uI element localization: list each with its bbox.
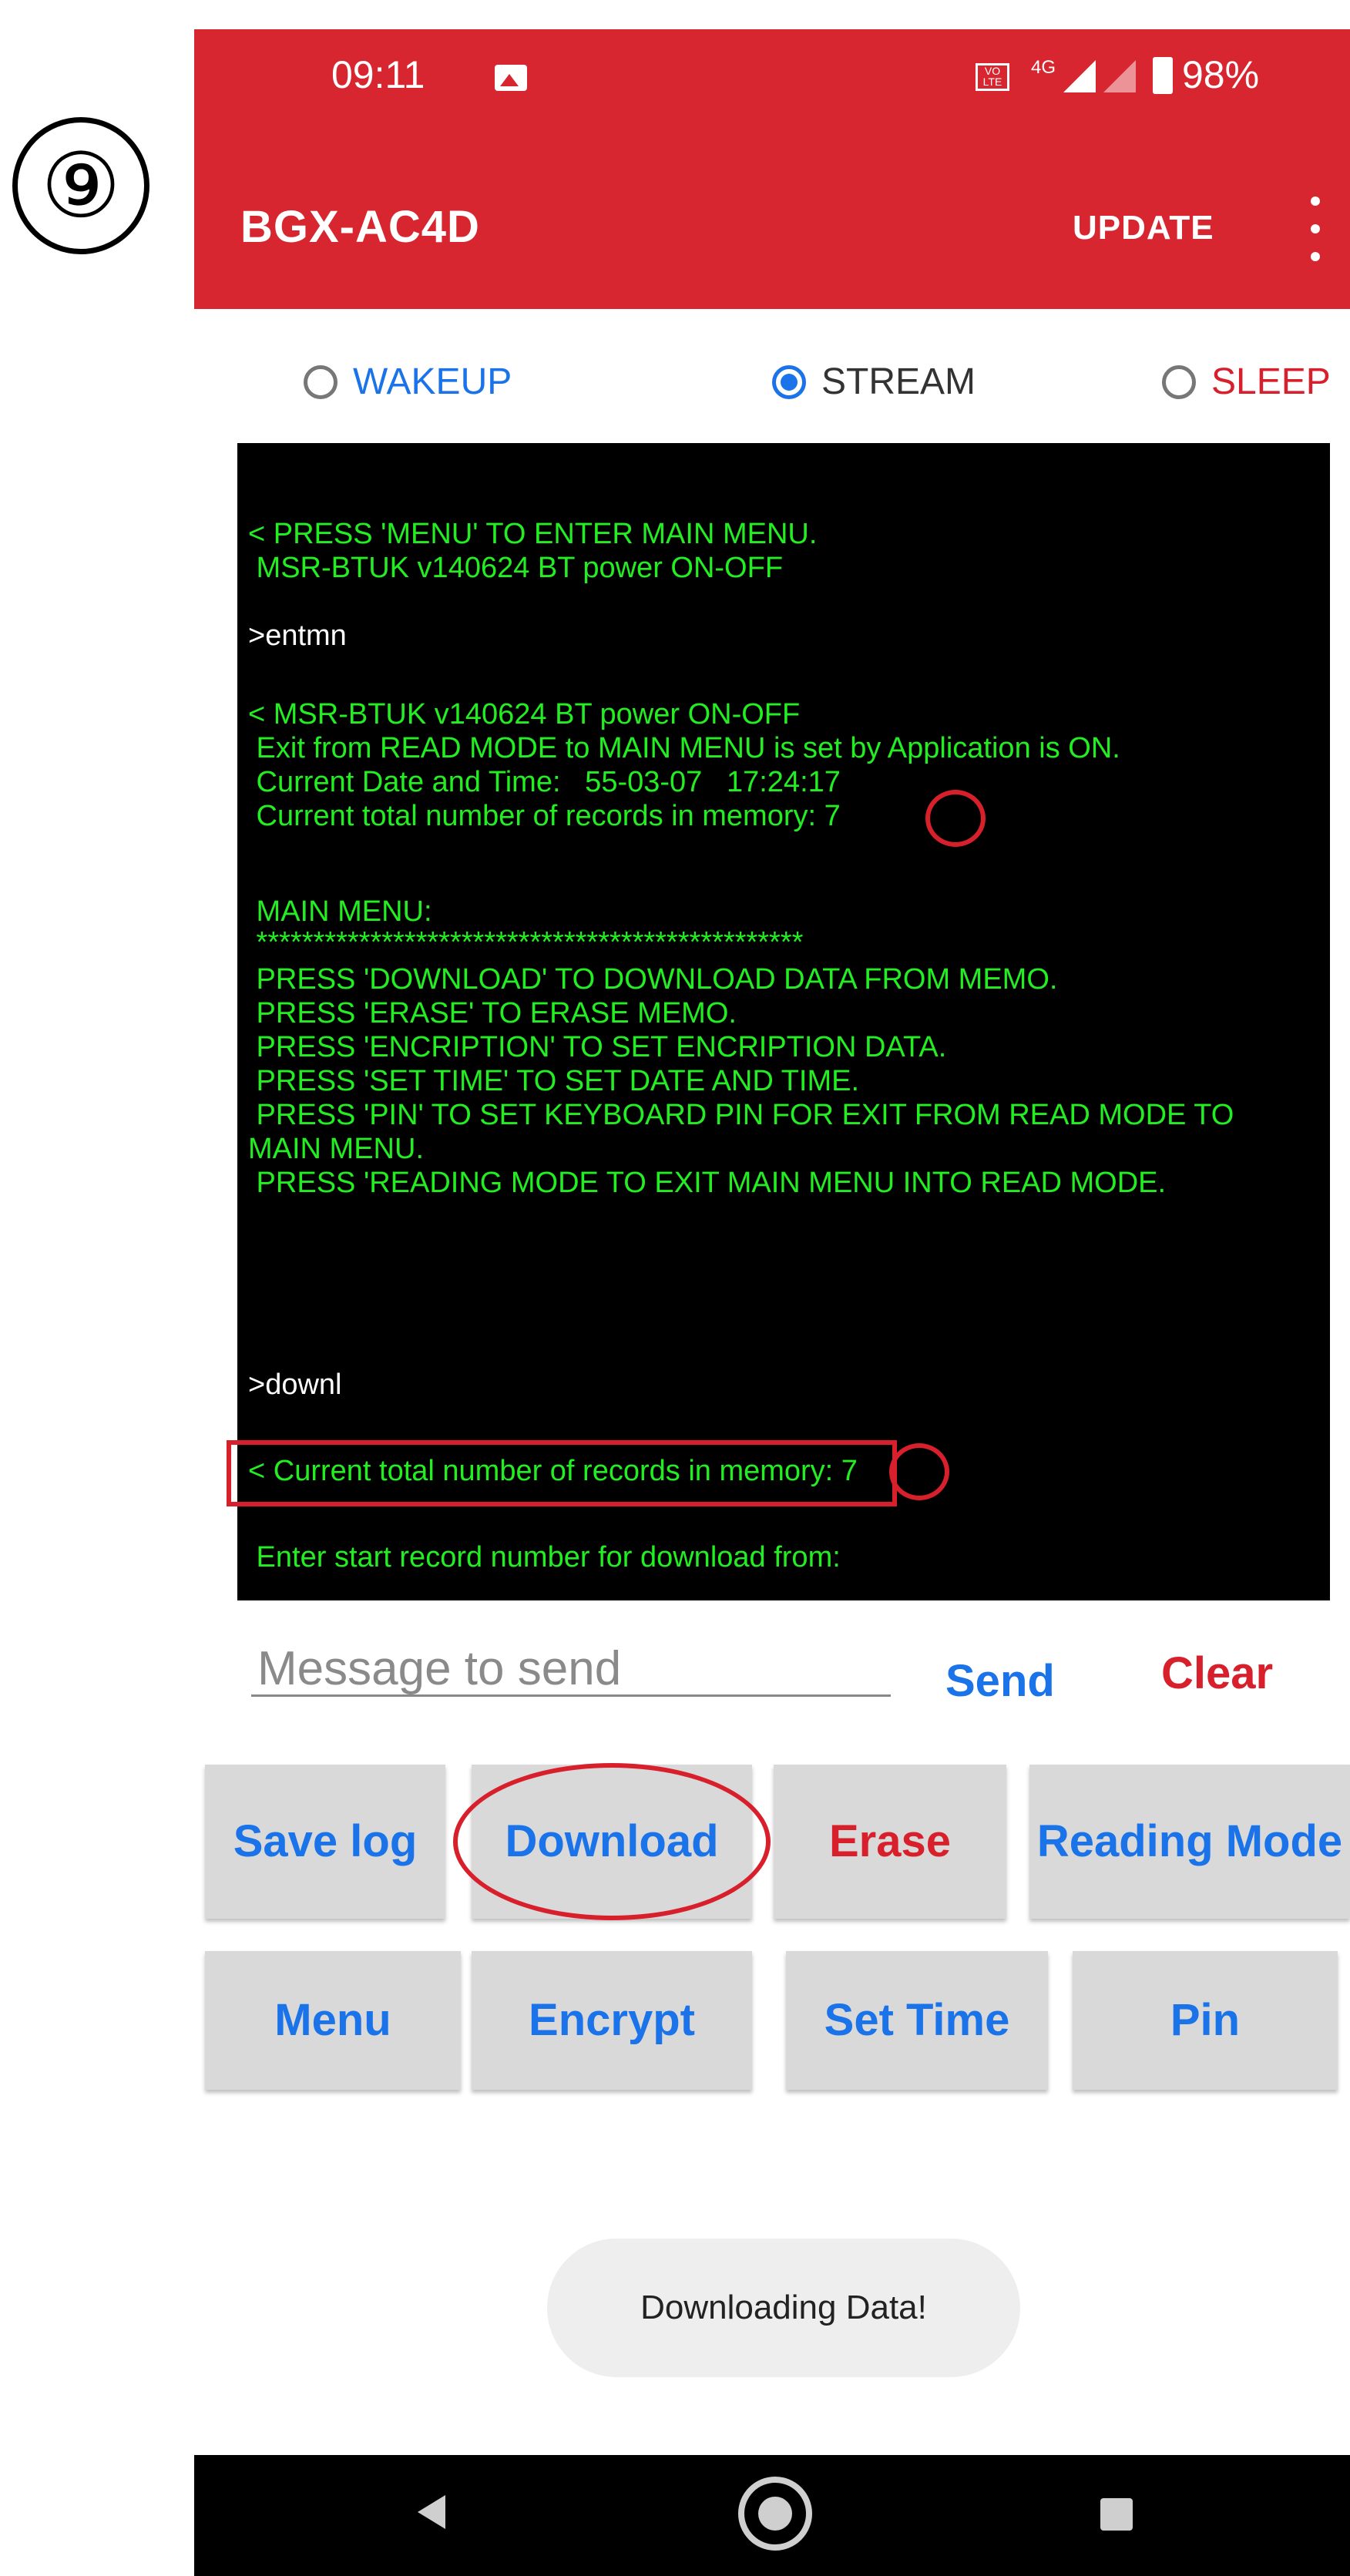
annotation-circle (925, 790, 986, 847)
terminal-line: Current Date and Time: 55-03-07 17:24:17 (248, 766, 841, 798)
radio-label-stream: STREAM (821, 361, 976, 402)
terminal-line: PRESS 'SET TIME' TO SET DATE AND TIME. (248, 1065, 860, 1097)
radio-button-selected-icon (772, 364, 806, 399)
radio-sleep[interactable]: SLEEP (1162, 361, 1331, 403)
terminal-line: Enter start record number for download f… (248, 1541, 841, 1573)
battery-percent: 98% (1182, 53, 1260, 96)
terminal-line: MAIN MENU: (248, 895, 432, 928)
annotation-box (227, 1440, 897, 1506)
terminal-line: PRESS 'PIN' TO SET KEYBOARD PIN FOR EXIT… (248, 1099, 1234, 1131)
annotation-circle (453, 1763, 771, 1920)
wifi-signal-icon (1103, 60, 1136, 92)
update-button[interactable]: UPDATE (1073, 209, 1214, 247)
encrypt-button[interactable]: Encrypt (472, 1951, 752, 2090)
set-time-button[interactable]: Set Time (786, 1951, 1048, 2090)
menu-button[interactable]: Menu (205, 1951, 461, 2090)
erase-button[interactable]: Erase (774, 1765, 1006, 1919)
home-icon[interactable] (738, 2477, 812, 2551)
terminal-line: PRESS 'ENCRIPTION' TO SET ENCRIPTION DAT… (248, 1031, 947, 1063)
recent-apps-icon[interactable] (1100, 2498, 1133, 2531)
terminal-line: Current total number of records in memor… (248, 800, 841, 832)
terminal-command: >entmn (248, 620, 347, 652)
pin-button[interactable]: Pin (1073, 1951, 1338, 2090)
terminal-line: PRESS 'DOWNLOAD' TO DOWNLOAD DATA FROM M… (248, 963, 1058, 996)
terminal-line: Exit from READ MODE to MAIN MENU is set … (248, 732, 1120, 764)
terminal-line: < MSR-BTUK v140624 BT power ON-OFF (248, 698, 801, 730)
terminal-line: PRESS 'ERASE' TO ERASE MEMO. (248, 997, 737, 1029)
reading-mode-button[interactable]: Reading Mode (1029, 1765, 1350, 1919)
annotation-circle (889, 1443, 949, 1500)
terminal-line: ****************************************… (248, 926, 804, 959)
terminal-line: MSR-BTUK v140624 BT power ON-OFF (248, 552, 784, 584)
network-type: 4G (1031, 57, 1056, 78)
save-log-button[interactable]: Save log (205, 1765, 445, 1919)
terminal-output[interactable]: < PRESS 'MENU' TO ENTER MAIN MENU. MSR-B… (227, 443, 1330, 1600)
app-bar: BGX-AC4D UPDATE (194, 149, 1350, 309)
radio-wakeup[interactable]: WAKEUP (304, 361, 512, 403)
terminal-command: >downl (248, 1369, 342, 1401)
navigation-bar (194, 2455, 1350, 2576)
image-icon (495, 65, 527, 91)
toast-message: Downloading Data! (547, 2238, 1020, 2377)
message-input[interactable] (251, 1643, 891, 1697)
overflow-menu-icon[interactable] (1304, 196, 1327, 261)
radio-stream[interactable]: STREAM (772, 361, 976, 403)
radio-label-sleep: SLEEP (1211, 361, 1331, 402)
battery-icon (1153, 57, 1173, 94)
terminal-line: < PRESS 'MENU' TO ENTER MAIN MENU. (248, 518, 818, 550)
radio-button-icon (304, 364, 338, 399)
back-icon[interactable] (418, 2495, 445, 2529)
step-number-marker: ⑨ (12, 117, 149, 254)
phone-screen: 09:11 VO LTE 4G 98% BGX-AC4D UPDATE WAKE… (194, 0, 1350, 2576)
app-title: BGX-AC4D (240, 202, 480, 252)
terminal-line: MAIN MENU. (248, 1133, 424, 1165)
clear-button[interactable]: Clear (1161, 1647, 1273, 1699)
signal-icon (1063, 60, 1096, 92)
terminal-line: PRESS 'READING MODE TO EXIT MAIN MENU IN… (248, 1167, 1167, 1199)
status-time: 09:11 (331, 53, 425, 96)
radio-label-wakeup: WAKEUP (353, 361, 512, 402)
volte-icon: VO LTE (976, 63, 1009, 91)
send-button[interactable]: Send (945, 1655, 1055, 1707)
status-bar: 09:11 VO LTE 4G 98% (194, 29, 1350, 149)
radio-button-icon (1162, 364, 1196, 399)
